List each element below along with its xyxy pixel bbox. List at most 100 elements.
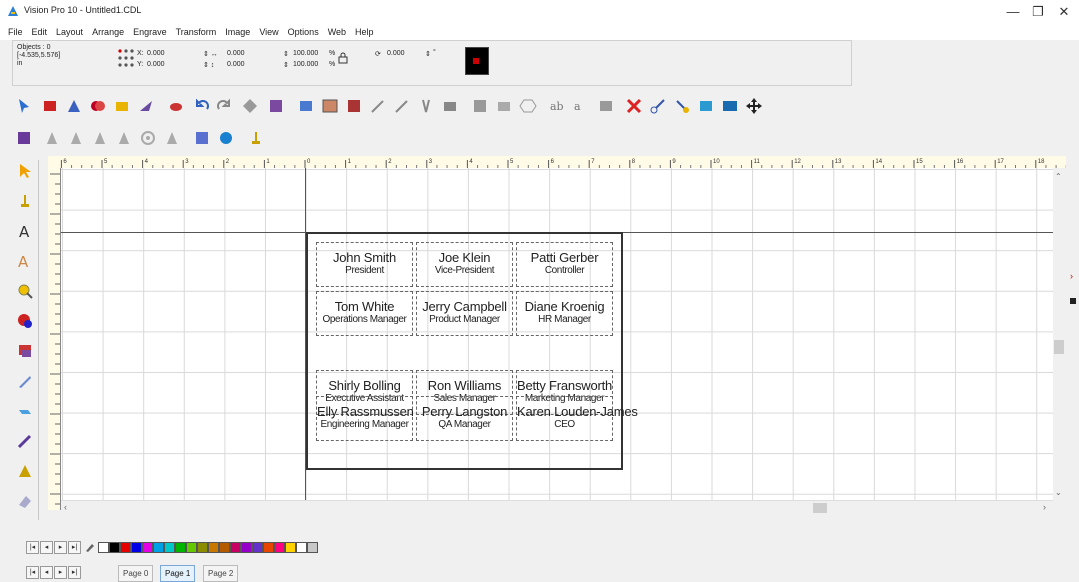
pointer-tool-icon[interactable]	[14, 160, 36, 182]
page-tab-2[interactable]: Page 2	[203, 565, 239, 582]
scale-x-spinner[interactable]: ⇕	[283, 50, 289, 58]
vertical-scroll-thumb[interactable]	[1054, 340, 1064, 354]
page-tab-0[interactable]: Page 0	[118, 565, 154, 582]
color-swatch[interactable]	[175, 542, 186, 553]
zoom-tool-icon[interactable]	[14, 280, 36, 302]
palette-prev-button[interactable]: ◂	[40, 541, 53, 554]
menu-image[interactable]: Image	[225, 27, 250, 37]
engrave-icon[interactable]	[266, 96, 286, 116]
x-field[interactable]: 0.000	[147, 50, 165, 57]
vertical-scrollbar[interactable]: ⌃ ⌄	[1053, 168, 1066, 510]
scroll-down-icon[interactable]: ⌄	[1055, 488, 1062, 497]
height-field[interactable]: 0.000	[227, 61, 245, 68]
scale-y-spinner[interactable]: ⇕	[283, 61, 289, 69]
layer-icon[interactable]	[440, 96, 460, 116]
menu-engrave[interactable]: Engrave	[133, 27, 167, 37]
menu-web[interactable]: Web	[328, 27, 346, 37]
tool7-icon[interactable]	[216, 128, 236, 148]
width-field[interactable]: 0.000	[227, 50, 245, 57]
plate-cell[interactable]: Joe Klein Vice-President	[416, 242, 513, 287]
close-button[interactable]: ✕	[1046, 0, 1079, 24]
y-field[interactable]: 0.000	[147, 61, 165, 68]
select-icon[interactable]	[14, 96, 34, 116]
color-swatch[interactable]	[197, 542, 208, 553]
tool1-icon[interactable]	[42, 128, 62, 148]
node-tool-icon[interactable]	[14, 430, 36, 452]
hexagon-icon[interactable]	[518, 96, 538, 116]
stack-icon[interactable]	[494, 96, 514, 116]
fill-icon[interactable]	[112, 96, 132, 116]
color-swatch[interactable]	[252, 542, 263, 553]
plate-cell[interactable]: Jerry Campbell Product Manager	[416, 291, 513, 336]
cut-icon[interactable]	[648, 96, 668, 116]
copy-icon[interactable]	[672, 96, 692, 116]
menu-view[interactable]: View	[259, 27, 278, 37]
knife-icon[interactable]	[136, 96, 156, 116]
plate-cell[interactable]: Tom White Operations Manager	[316, 291, 413, 336]
eraser-tool-icon[interactable]	[14, 490, 36, 512]
brush-tool-icon[interactable]	[14, 400, 36, 422]
color-swatch[interactable]	[274, 542, 285, 553]
close-panel-icon[interactable]: ›	[1070, 271, 1073, 281]
color-swatch[interactable]	[219, 542, 230, 553]
scroll-right-icon[interactable]: ›	[1043, 502, 1046, 512]
target-icon[interactable]	[138, 128, 158, 148]
paint-icon[interactable]	[166, 96, 186, 116]
grid-tool-icon[interactable]	[470, 96, 490, 116]
width-spinner[interactable]: ⇕ ↔	[203, 50, 218, 58]
undo-icon[interactable]	[192, 96, 212, 116]
color-swatch[interactable]	[285, 542, 296, 553]
color-preview[interactable]	[465, 47, 489, 75]
horizontal-scroll-thumb[interactable]	[813, 503, 827, 513]
horizontal-scrollbar[interactable]: ‹ ›	[61, 500, 1053, 515]
plate-cell[interactable]: Diane Kroenig HR Manager	[516, 291, 613, 336]
plate-cell[interactable]: Perry Langston QA Manager	[416, 396, 513, 441]
fill-tool-icon[interactable]	[14, 310, 36, 332]
diamond-icon[interactable]	[240, 96, 260, 116]
menu-layout[interactable]: Layout	[56, 27, 83, 37]
tool4-icon[interactable]	[114, 128, 134, 148]
scroll-left-icon[interactable]: ‹	[64, 502, 67, 512]
text-ab-icon[interactable]: ab	[548, 96, 568, 116]
plate-cell[interactable]: John Smith President	[316, 242, 413, 287]
wand2-icon[interactable]	[392, 96, 412, 116]
machine-icon[interactable]	[296, 96, 316, 116]
color-swatch[interactable]	[186, 542, 197, 553]
eyedropper-icon[interactable]	[84, 541, 96, 553]
text-path-icon[interactable]: a	[572, 96, 592, 116]
page-first-button[interactable]: |◂	[26, 566, 39, 579]
measure-tool-icon[interactable]	[14, 460, 36, 482]
page-tab-1[interactable]: Page 1	[160, 565, 196, 582]
page-prev-button[interactable]: ◂	[40, 566, 53, 579]
height-spinner[interactable]: ⇕ ↕	[203, 61, 214, 69]
menu-options[interactable]: Options	[288, 27, 319, 37]
shape-icon[interactable]	[40, 96, 60, 116]
menu-edit[interactable]: Edit	[32, 27, 48, 37]
tool3-icon[interactable]	[90, 128, 110, 148]
photo-icon[interactable]	[596, 96, 616, 116]
move-icon[interactable]	[744, 96, 764, 116]
menu-transform[interactable]: Transform	[176, 27, 217, 37]
menu-help[interactable]: Help	[355, 27, 374, 37]
scale-y-field[interactable]: 100.000	[293, 61, 318, 68]
scale-x-field[interactable]: 100.000	[293, 50, 318, 57]
color-swatch[interactable]	[120, 542, 131, 553]
engrave-job-icon[interactable]	[14, 128, 34, 148]
scroll-up-icon[interactable]: ⌃	[1055, 172, 1062, 181]
stamp-icon[interactable]	[246, 128, 266, 148]
color-swatch[interactable]	[98, 542, 109, 553]
layout-document[interactable]: John Smith President Joe Klein Vice-Pres…	[306, 232, 638, 470]
color-swatch[interactable]	[208, 542, 219, 553]
redo-icon[interactable]	[214, 96, 234, 116]
rotation-field[interactable]: 0.000	[387, 50, 405, 57]
film-icon[interactable]	[344, 96, 364, 116]
lock-icon[interactable]	[338, 52, 348, 64]
engrave-tool-icon[interactable]	[14, 190, 36, 212]
node-icon[interactable]	[64, 96, 84, 116]
tool5-icon[interactable]	[162, 128, 182, 148]
palette-first-button[interactable]: |◂	[26, 541, 39, 554]
wand-icon[interactable]	[368, 96, 388, 116]
menu-arrange[interactable]: Arrange	[92, 27, 124, 37]
plate-cell[interactable]: Patti Gerber Controller	[516, 242, 613, 287]
shape-tool-icon[interactable]	[14, 340, 36, 362]
